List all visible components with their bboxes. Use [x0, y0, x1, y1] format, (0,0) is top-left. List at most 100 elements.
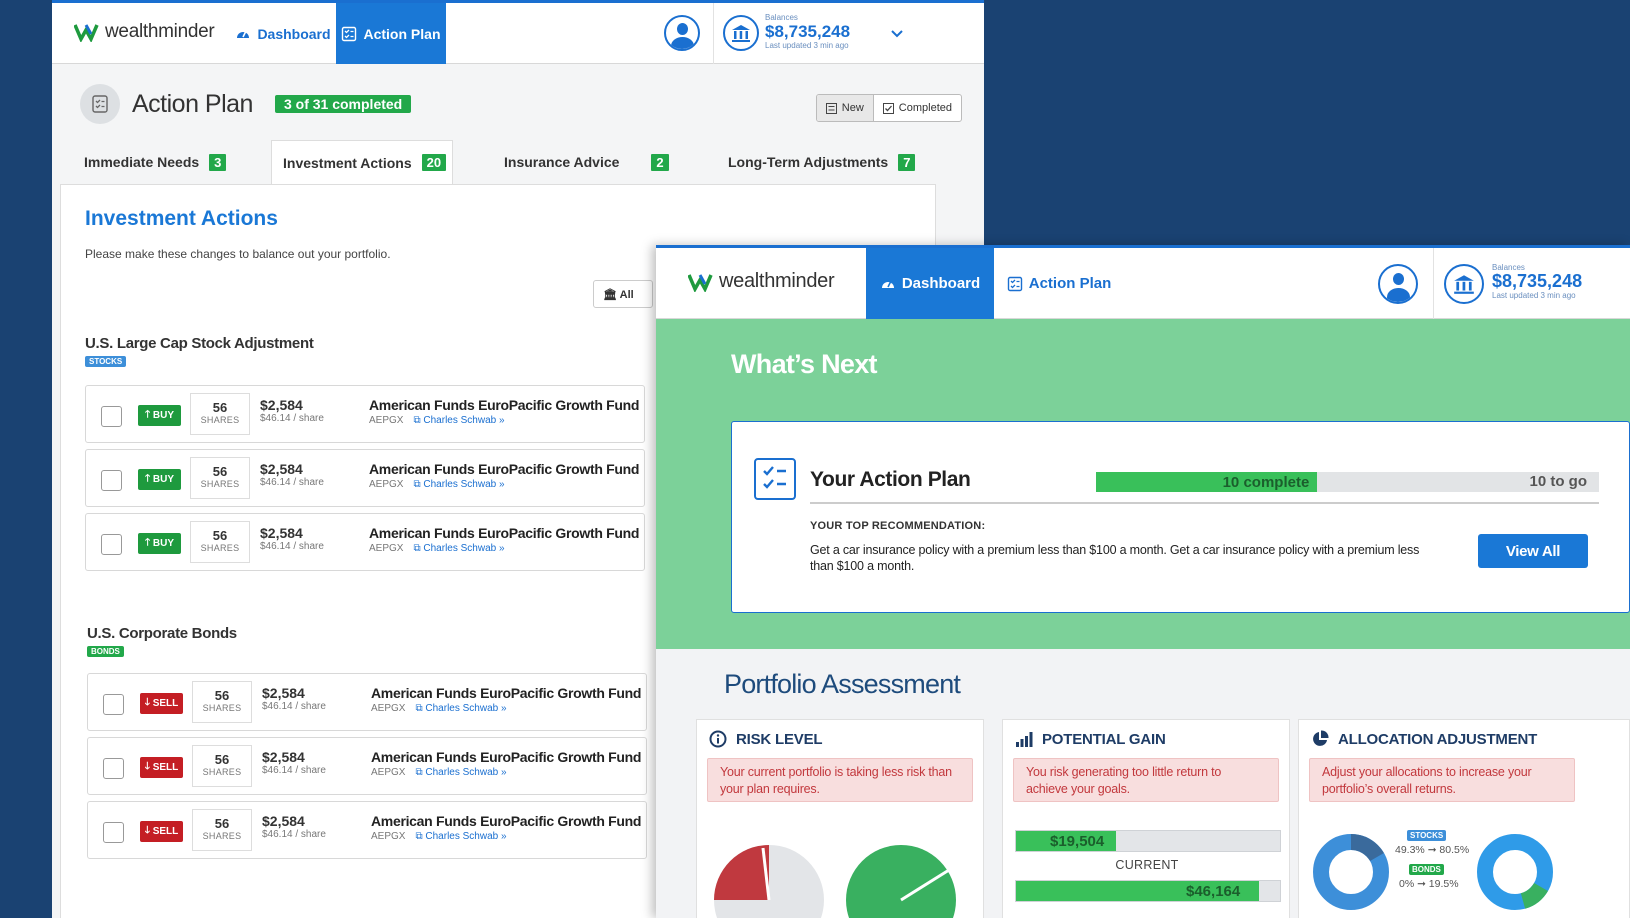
total-price: $2,584: [262, 813, 305, 829]
toggle-new-button[interactable]: New: [816, 95, 874, 121]
row-checkbox[interactable]: [101, 534, 122, 555]
broker-link[interactable]: ⧉ Charles Schwab »: [413, 415, 504, 426]
pie-chart-icon: [1313, 730, 1329, 746]
chevron-down-icon[interactable]: [891, 30, 903, 38]
fund-block: American Funds EuroPacific Growth Fund AE…: [369, 397, 639, 426]
arrow-down-icon: 🡓: [144, 761, 150, 772]
divider: [713, 3, 714, 64]
link-icon: ⧉: [415, 767, 423, 778]
recommendation-label: YOUR TOP RECOMMENDATION:: [810, 520, 986, 532]
balance-summary: Balances $8,735,248 Last updated 3 min a…: [765, 13, 850, 50]
tab-immediate-needs[interactable]: Immediate Needs 3: [84, 140, 227, 184]
broker-link[interactable]: ⧉ Charles Schwab »: [413, 543, 504, 554]
list-icon: [825, 102, 837, 114]
wealthminder-logo-icon: [688, 273, 713, 292]
nav-tab-label: Dashboard: [257, 25, 331, 42]
tab-investment-actions[interactable]: Investment Actions 20: [271, 140, 453, 184]
nav-tab-dashboard[interactable]: Dashboard: [866, 248, 994, 319]
broker-link[interactable]: ⧉ Charles Schwab »: [415, 767, 506, 778]
link-icon: ⧉: [413, 415, 421, 426]
action-label: BUY: [152, 474, 175, 485]
tab-count: 3: [209, 153, 227, 171]
link-icon: ⧉: [415, 831, 423, 842]
share-count: 56: [212, 528, 228, 543]
shares-box: 56 SHARES: [192, 745, 252, 787]
nav-tab-action-plan[interactable]: Action Plan: [994, 248, 1124, 319]
sell-badge: 🡓 SELL: [140, 821, 183, 842]
tab-insurance-advice[interactable]: Insurance Advice 2: [504, 140, 669, 184]
action-plan-card: Your Action Plan 10 complete 10 to go YO…: [731, 421, 1630, 613]
tab-label: Insurance Advice: [504, 154, 620, 170]
logo[interactable]: wealthminder: [74, 21, 215, 43]
row-checkbox[interactable]: [103, 758, 124, 779]
link-icon: ⧉: [415, 703, 423, 714]
view-all-button[interactable]: View All: [1478, 534, 1588, 568]
shares-label: SHARES: [200, 479, 240, 489]
bank-icon: [1444, 264, 1484, 304]
row-checkbox[interactable]: [101, 406, 122, 427]
target-gain-value: $46,164: [1186, 883, 1241, 900]
broker-link[interactable]: ⧉ Charles Schwab »: [415, 831, 506, 842]
user-avatar-icon[interactable]: [1378, 264, 1418, 304]
shares-box: 56 SHARES: [192, 681, 252, 723]
shares-box: 56 SHARES: [190, 457, 250, 499]
ticker: AEPGX: [371, 831, 406, 842]
bonds-change: 0% ➞ 19.5%: [1399, 878, 1459, 890]
shares-box: 56 SHARES: [192, 809, 252, 851]
toggle-completed-label: Completed: [898, 102, 952, 114]
ticker: AEPGX: [371, 703, 406, 714]
arrow-down-icon: 🡓: [144, 825, 150, 836]
row-checkbox[interactable]: [103, 694, 124, 715]
current-gain-fill: $19,504: [1016, 831, 1117, 851]
nav-tab-label: Action Plan: [363, 25, 441, 42]
fund-name: American Funds EuroPacific Growth Fund: [369, 397, 640, 413]
allocation-adjustment-card: ALLOCATION ADJUSTMENT Adjust your alloca…: [1298, 719, 1630, 918]
broker-link[interactable]: ⧉ Charles Schwab »: [413, 479, 504, 490]
risk-gauges: [714, 845, 956, 918]
price-block: $2,584 $46.14 / share: [262, 749, 326, 776]
nav-tab-dashboard[interactable]: Dashboard: [228, 3, 338, 64]
bonds-tag: BONDS: [87, 646, 124, 657]
fund-name: American Funds EuroPacific Growth Fund: [369, 525, 640, 541]
gain-warning: You risk generating too little return to…: [1013, 758, 1279, 802]
current-risk-gauge: [714, 845, 824, 918]
toggle-completed-button[interactable]: Completed: [874, 95, 961, 121]
sell-badge: 🡓 SELL: [140, 693, 183, 714]
action-label: BUY: [152, 538, 175, 549]
trade-row: 🡑 BUY 56 SHARES $2,584 $46.14 / share Amer…: [85, 449, 645, 507]
checkbox-icon: [882, 102, 894, 114]
link-icon: ⧉: [413, 479, 421, 490]
card-title: ALLOCATION ADJUSTMENT: [1338, 730, 1538, 748]
total-price: $2,584: [262, 685, 305, 701]
tab-long-term-adjustments[interactable]: Long-Term Adjustments 7: [728, 140, 916, 184]
portfolio-assessment-title: Portfolio Assessment: [724, 669, 961, 699]
logo[interactable]: wealthminder: [688, 270, 835, 293]
row-checkbox[interactable]: [103, 822, 124, 843]
page-header: Action Plan 3 of 31 completed: [80, 84, 412, 124]
ticker: AEPGX: [369, 543, 404, 554]
share-count: 56: [214, 816, 230, 831]
group-title: U.S. Corporate Bonds: [87, 625, 237, 642]
fund-block: American Funds EuroPacific Growth Fund AE…: [371, 749, 641, 778]
row-checkbox[interactable]: [101, 470, 122, 491]
account-filter-button[interactable]: 🏛 All: [593, 280, 653, 308]
tab-count: 20: [421, 154, 447, 171]
broker-label: Charles Schwab »: [425, 703, 507, 714]
per-share-price: $46.14 / share: [260, 477, 324, 488]
nav-tab-action-plan[interactable]: Action Plan: [336, 3, 446, 64]
current-label: CURRENT: [1115, 858, 1179, 872]
current-gain-bar: $19,504: [1015, 830, 1281, 852]
logo-text: wealthminder: [719, 270, 835, 292]
arrow-up-icon: 🡑: [144, 537, 151, 548]
card-title: RISK LEVEL: [736, 730, 823, 748]
info-icon: [709, 730, 727, 748]
logo-text: wealthminder: [105, 21, 215, 42]
potential-gain-card: POTENTIAL GAIN You risk generating too l…: [1002, 719, 1290, 918]
fund-block: American Funds EuroPacific Growth Fund AE…: [369, 461, 639, 490]
risk-level-card: RISK LEVEL Your current portfolio is tak…: [696, 719, 984, 918]
user-avatar-icon[interactable]: [664, 15, 700, 51]
broker-link[interactable]: ⧉ Charles Schwab »: [415, 703, 506, 714]
progress-complete-label: 10 complete: [1222, 473, 1310, 491]
sell-badge: 🡓 SELL: [140, 757, 183, 778]
risk-warning: Your current portfolio is taking less ri…: [707, 758, 973, 802]
